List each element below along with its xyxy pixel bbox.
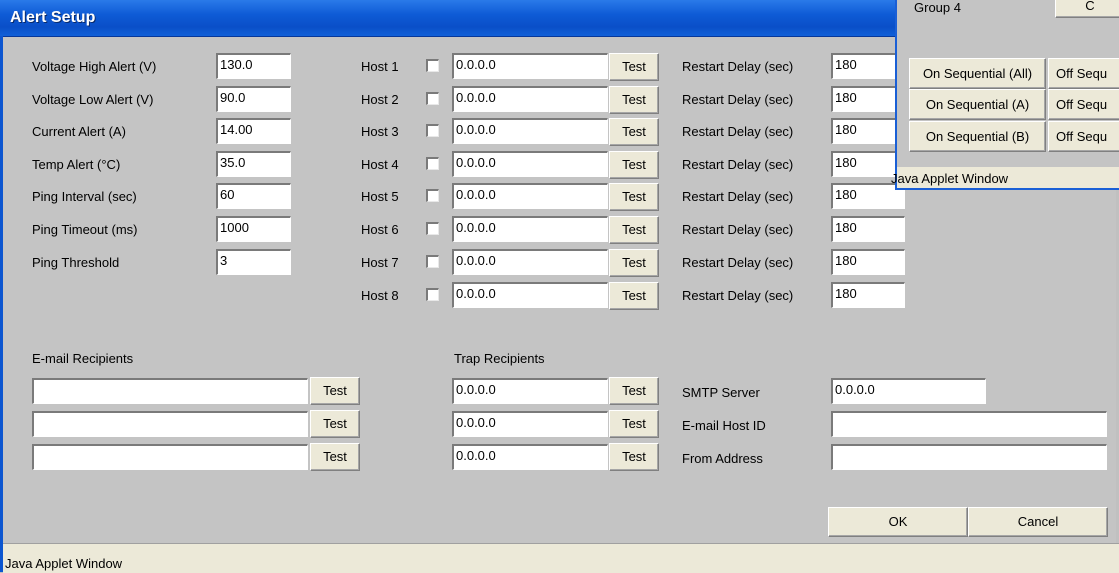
host-checkbox[interactable] <box>426 255 439 268</box>
host-test-button[interactable]: Test <box>609 282 659 310</box>
voltage-low-input[interactable]: 90.0 <box>216 86 291 112</box>
trap-recipient-input[interactable]: 0.0.0.0 <box>452 411 608 437</box>
voltage-high-input[interactable]: 130.0 <box>216 53 291 79</box>
from-address-input[interactable] <box>831 444 1107 470</box>
host-ip-input[interactable]: 0.0.0.0 <box>452 86 608 112</box>
group-label: Group 4 <box>914 0 961 15</box>
restart-delay-input[interactable]: 180 <box>831 86 905 112</box>
on-sequential-b-button[interactable]: On Sequential (B) <box>909 121 1046 152</box>
host-checkbox[interactable] <box>426 288 439 301</box>
email-recipient-input[interactable] <box>32 411 308 437</box>
cancel-button[interactable]: Cancel <box>968 507 1108 537</box>
alert-label: Voltage High Alert (V) <box>32 59 157 74</box>
off-sequential-b-button[interactable]: Off Sequ <box>1048 121 1119 152</box>
host-ip-input[interactable]: 0.0.0.0 <box>452 249 608 275</box>
host-checkbox[interactable] <box>426 222 439 235</box>
trap-test-button[interactable]: Test <box>609 410 659 438</box>
restart-delay-input[interactable]: 180 <box>831 249 905 275</box>
background-status-text: Java Applet Window <box>891 171 1009 186</box>
status-bar: Java Applet Window <box>3 543 1119 573</box>
host-checkbox[interactable] <box>426 59 439 72</box>
ping-timeout-input[interactable]: 1000 <box>216 216 291 242</box>
host-test-button[interactable]: Test <box>609 183 659 211</box>
trap-recipients-heading: Trap Recipients <box>454 351 545 366</box>
host-label: Host 3 <box>361 124 399 139</box>
on-sequential-all-button[interactable]: On Sequential (All) <box>909 58 1046 89</box>
email-recipient-input[interactable] <box>32 444 308 470</box>
host-label: Host 8 <box>361 288 399 303</box>
alert-label: Ping Interval (sec) <box>32 189 137 204</box>
host-checkbox[interactable] <box>426 92 439 105</box>
alert-label: Current Alert (A) <box>32 124 126 139</box>
background-applet-window[interactable]: Group 4 C On Sequential (All) Off Sequ O… <box>891 0 1119 190</box>
status-text: Java Applet Window <box>5 556 123 571</box>
host-test-button[interactable]: Test <box>609 151 659 179</box>
trap-test-button[interactable]: Test <box>609 443 659 471</box>
group-button[interactable]: C <box>1055 0 1119 18</box>
email-test-button[interactable]: Test <box>310 410 360 438</box>
restart-delay-label: Restart Delay (sec) <box>682 288 794 303</box>
restart-delay-label: Restart Delay (sec) <box>682 124 794 139</box>
email-recipient-input[interactable] <box>32 378 308 404</box>
smtp-server-input[interactable]: 0.0.0.0 <box>831 378 986 404</box>
restart-delay-label: Restart Delay (sec) <box>682 92 794 107</box>
background-status-bar: Java Applet Window <box>891 167 1119 188</box>
host-checkbox[interactable] <box>426 124 439 137</box>
host-ip-input[interactable]: 0.0.0.0 <box>452 118 608 144</box>
host-test-button[interactable]: Test <box>609 216 659 244</box>
host-label: Host 4 <box>361 157 399 172</box>
ping-threshold-input[interactable]: 3 <box>216 249 291 275</box>
email-test-button[interactable]: Test <box>310 377 360 405</box>
trap-recipient-input[interactable]: 0.0.0.0 <box>452 444 608 470</box>
host-checkbox[interactable] <box>426 189 439 202</box>
host-label: Host 6 <box>361 222 399 237</box>
host-label: Host 1 <box>361 59 399 74</box>
email-host-id-label: E-mail Host ID <box>682 418 766 433</box>
host-ip-input[interactable]: 0.0.0.0 <box>452 282 608 308</box>
email-recipients-heading: E-mail Recipients <box>32 351 134 366</box>
current-alert-input[interactable]: 14.00 <box>216 118 291 144</box>
from-address-label: From Address <box>682 451 763 466</box>
email-test-button[interactable]: Test <box>310 443 360 471</box>
host-label: Host 7 <box>361 255 399 270</box>
host-test-button[interactable]: Test <box>609 118 659 146</box>
restart-delay-label: Restart Delay (sec) <box>682 189 794 204</box>
restart-delay-label: Restart Delay (sec) <box>682 59 794 74</box>
off-sequential-a-button[interactable]: Off Sequ <box>1048 89 1119 120</box>
host-test-button[interactable]: Test <box>609 53 659 81</box>
restart-delay-input[interactable]: 180 <box>831 118 905 144</box>
off-sequential-all-button[interactable]: Off Sequ <box>1048 58 1119 89</box>
ok-button[interactable]: OK <box>828 507 968 537</box>
host-test-button[interactable]: Test <box>609 249 659 277</box>
host-ip-input[interactable]: 0.0.0.0 <box>452 216 608 242</box>
host-ip-input[interactable]: 0.0.0.0 <box>452 151 608 177</box>
host-label: Host 2 <box>361 92 399 107</box>
email-host-id-input[interactable] <box>831 411 1107 437</box>
alert-label: Ping Threshold <box>32 255 120 270</box>
restart-delay-input[interactable]: 180 <box>831 282 905 308</box>
restart-delay-label: Restart Delay (sec) <box>682 222 794 237</box>
smtp-server-label: SMTP Server <box>682 385 760 400</box>
restart-delay-label: Restart Delay (sec) <box>682 157 794 172</box>
host-checkbox[interactable] <box>426 157 439 170</box>
ping-interval-input[interactable]: 60 <box>216 183 291 209</box>
alert-label: Temp Alert (°C) <box>32 157 121 172</box>
alert-label: Ping Timeout (ms) <box>32 222 138 237</box>
host-ip-input[interactable]: 0.0.0.0 <box>452 183 608 209</box>
trap-recipient-input[interactable]: 0.0.0.0 <box>452 378 608 404</box>
host-ip-input[interactable]: 0.0.0.0 <box>452 53 608 79</box>
window-title: Alert Setup <box>10 9 96 26</box>
restart-delay-input[interactable]: 180 <box>831 183 905 209</box>
restart-delay-label: Restart Delay (sec) <box>682 255 794 270</box>
host-label: Host 5 <box>361 189 399 204</box>
temp-alert-input[interactable]: 35.0 <box>216 151 291 177</box>
restart-delay-input[interactable]: 180 <box>831 53 905 79</box>
on-sequential-a-button[interactable]: On Sequential (A) <box>909 89 1046 120</box>
restart-delay-input[interactable]: 180 <box>831 216 905 242</box>
host-test-button[interactable]: Test <box>609 86 659 114</box>
trap-test-button[interactable]: Test <box>609 377 659 405</box>
alert-label: Voltage Low Alert (V) <box>32 92 154 107</box>
